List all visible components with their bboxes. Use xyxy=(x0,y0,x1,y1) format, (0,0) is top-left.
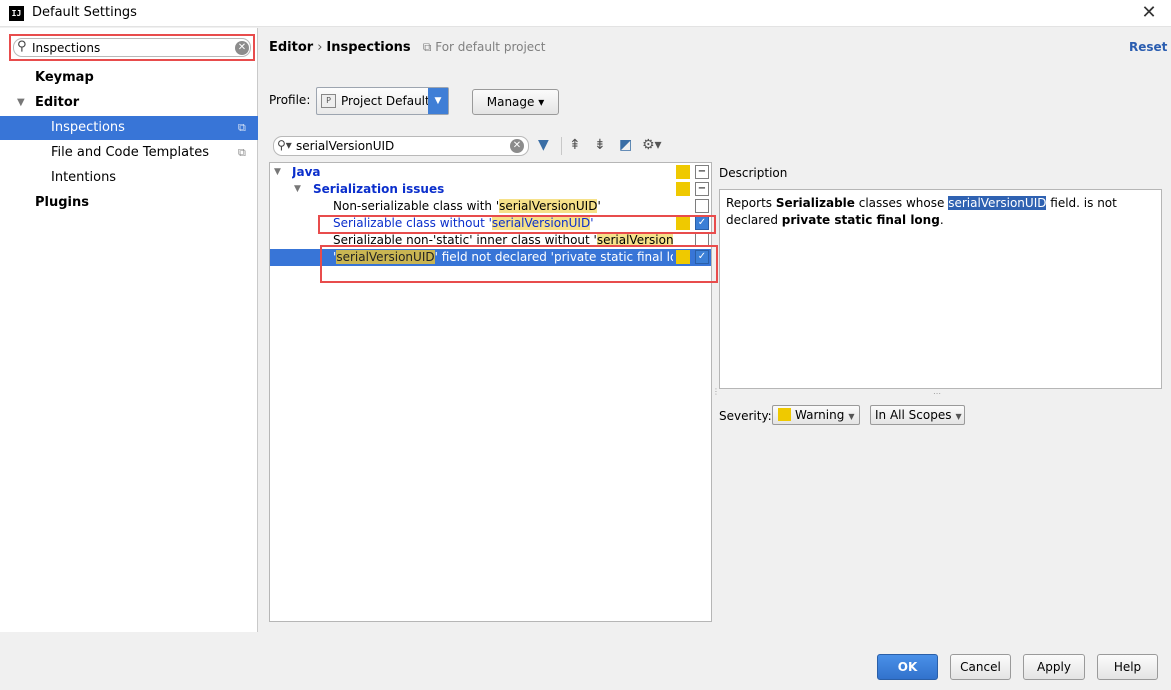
severity-warning-icon xyxy=(676,182,690,196)
label-text: Non-serializable class with ' xyxy=(333,199,500,213)
expand-all-icon[interactable]: ⇞ xyxy=(569,137,581,153)
severity-value: Warning xyxy=(795,408,845,422)
sidebar-item-inspections[interactable]: Inspections ⧉ xyxy=(0,116,258,140)
expand-arrow-icon[interactable]: ▼ xyxy=(17,91,25,115)
manage-button[interactable]: Manage ▾ xyxy=(472,89,559,115)
warning-color-swatch xyxy=(778,408,791,421)
severity-warning-icon xyxy=(676,165,690,179)
sidebar-item-keymap[interactable]: Keymap xyxy=(0,66,258,90)
description-text: classes whose xyxy=(854,196,949,210)
help-button[interactable]: Help xyxy=(1097,654,1158,680)
scope-select[interactable]: In All Scopes ▼ xyxy=(870,405,965,425)
apply-button[interactable]: Apply xyxy=(1023,654,1085,680)
copy-settings-icon: ⧉ xyxy=(238,146,246,159)
copy-settings-icon: ⧉ xyxy=(238,121,246,134)
profile-label: Profile: xyxy=(269,93,311,107)
project-scope-icon: ⧉ xyxy=(422,40,432,54)
scope-value: In All Scopes xyxy=(875,408,952,422)
chevron-down-icon: ▼ xyxy=(848,412,855,421)
label-text: ' xyxy=(597,199,601,213)
profile-value: Project Default xyxy=(341,94,430,108)
chevron-down-icon: ▼ xyxy=(955,412,962,421)
tree-row-label: Java xyxy=(292,164,320,181)
collapse-all-icon[interactable]: ⇟ xyxy=(594,137,606,153)
description-text: private static final long xyxy=(781,213,940,227)
sidebar-search-input[interactable] xyxy=(32,40,232,55)
tree-row-label: Serialization issues xyxy=(313,181,444,198)
tree-row-label: Non-serializable class with 'serialVersi… xyxy=(333,198,601,215)
description-text: . xyxy=(939,213,944,227)
project-profile-icon: P xyxy=(321,94,336,108)
inspection-filter[interactable]: ⚲▾ ✕ xyxy=(273,136,529,156)
clear-filter-icon[interactable]: ✕ xyxy=(510,139,524,153)
severity-label: Severity: xyxy=(719,409,772,423)
description-label: Description xyxy=(719,166,788,180)
partial-checkbox[interactable]: − xyxy=(695,165,709,179)
expand-arrow-icon[interactable]: ▼ xyxy=(274,164,281,181)
search-match-highlight: serialVersionUID xyxy=(499,199,598,213)
clear-search-icon[interactable]: ✕ xyxy=(235,41,249,55)
profile-select[interactable]: P Project Default ▼ xyxy=(316,87,449,115)
breadcrumb-separator: › xyxy=(317,40,323,55)
description-text: Reports xyxy=(726,196,776,210)
severity-select[interactable]: Warning ▼ xyxy=(772,405,860,425)
selected-text: serialVersionUID xyxy=(948,196,1047,210)
search-icon: ⚲▾ xyxy=(277,138,292,152)
sidebar-search-annotation: ⚲ ✕ xyxy=(9,34,255,61)
for-default-project-note: ⧉ For default project xyxy=(423,40,546,54)
breadcrumb-editor: Editor xyxy=(269,40,314,55)
partial-checkbox[interactable]: − xyxy=(695,182,709,196)
cancel-button[interactable]: Cancel xyxy=(950,654,1011,680)
filter-icon[interactable]: ▼ xyxy=(538,137,549,153)
description-panel: Reports Serializable classes whose seria… xyxy=(719,189,1162,389)
expand-arrow-icon[interactable]: ▼ xyxy=(294,181,301,198)
sidebar-item-intentions[interactable]: Intentions xyxy=(0,166,258,190)
splitter-grip-icon[interactable]: ⋮ xyxy=(712,387,720,396)
annotation-highlight-box xyxy=(318,215,716,234)
intellij-app-icon: IJ xyxy=(9,6,24,21)
tree-row[interactable]: Non-serializable class with 'serialVersi… xyxy=(270,198,711,215)
gear-icon[interactable]: ⚙▾ xyxy=(642,137,662,153)
tree-row[interactable]: ▼ Serialization issues − xyxy=(270,181,711,198)
ok-button[interactable]: OK xyxy=(877,654,938,680)
sidebar-item-label: Plugins xyxy=(35,195,89,210)
breadcrumb-inspections: Inspections xyxy=(326,40,411,55)
title-bar: IJ Default Settings ✕ xyxy=(0,0,1171,27)
breadcrumb: Editor › Inspections ⧉ For default project xyxy=(269,40,545,55)
sidebar-item-editor[interactable]: ▼ Editor xyxy=(0,91,258,115)
settings-sidebar: ⚲ ✕ Keymap ▼ Editor Inspections ⧉ File a… xyxy=(0,28,258,632)
inspection-filter-input[interactable] xyxy=(296,138,506,154)
sidebar-item-file-templates[interactable]: File and Code Templates ⧉ xyxy=(0,141,258,165)
description-text: Serializable xyxy=(775,196,855,210)
for-default-label: For default project xyxy=(435,40,546,54)
close-window-icon[interactable]: ✕ xyxy=(1134,2,1164,23)
sidebar-item-label: Inspections xyxy=(51,120,125,135)
reset-link[interactable]: Reset xyxy=(1129,40,1167,54)
sidebar-item-label: Editor xyxy=(35,95,80,110)
label-text: Serialization issues xyxy=(313,182,445,196)
sidebar-item-label: File and Code Templates xyxy=(51,145,209,160)
enable-checkbox[interactable] xyxy=(695,199,709,213)
label-text: Java xyxy=(292,165,321,179)
reset-to-default-icon[interactable]: ◩ xyxy=(619,137,632,153)
tree-row[interactable]: ▼ Java − xyxy=(270,164,711,181)
toolbar-separator xyxy=(561,137,562,155)
annotation-highlight-box xyxy=(320,245,718,283)
inspections-tree: ▼ Java − ▼ Serialization issues − Non-serializ… xyxy=(269,162,718,622)
sidebar-item-plugins[interactable]: Plugins xyxy=(0,191,258,215)
sidebar-search[interactable]: ⚲ ✕ xyxy=(13,38,251,57)
window-title: Default Settings xyxy=(32,5,137,20)
search-icon: ⚲ xyxy=(17,39,27,54)
chevron-down-icon[interactable]: ▼ xyxy=(428,88,448,114)
sidebar-item-label: Intentions xyxy=(51,170,117,185)
resize-grip-icon[interactable]: ⋯ xyxy=(933,389,941,398)
sidebar-item-label: Keymap xyxy=(35,70,94,85)
